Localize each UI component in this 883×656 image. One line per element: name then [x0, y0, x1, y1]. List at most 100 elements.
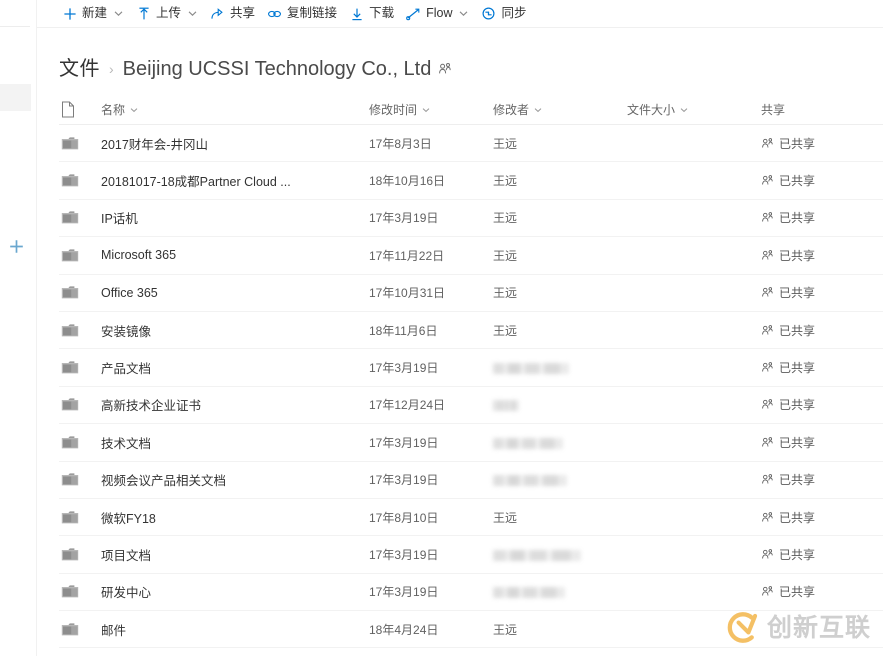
cell-sharing: 已共享 [779, 546, 815, 563]
cell-name-wrap[interactable]: 视频会议产品相关文档 [101, 470, 369, 489]
chevron-down-icon [458, 8, 469, 19]
cell-name-wrap[interactable]: Microsoft 365 [101, 248, 369, 262]
chevron-down-icon [187, 8, 198, 19]
sync-button[interactable]: 同步 [476, 1, 533, 27]
cell-sharing-wrap[interactable]: 已共享 [761, 284, 883, 301]
cell-modified-by-wrap: 王远 [493, 172, 627, 189]
table-row[interactable]: 产品文档17年3月19日 已共享 [59, 349, 883, 386]
table-row[interactable]: Microsoft 36517年11月22日王远 已共享 [59, 237, 883, 274]
table-row[interactable]: 安装镜像18年11月6日王远 已共享 [59, 312, 883, 349]
cell-name-wrap[interactable]: IP话机 [101, 208, 369, 227]
cell-sharing-wrap[interactable]: 已共享 [761, 583, 883, 600]
table-row[interactable]: 研发中心17年3月19日 已共享 [59, 574, 883, 611]
flow-button[interactable]: Flow [401, 1, 476, 27]
cell-name: 技术文档 [101, 437, 151, 451]
cell-name-wrap[interactable]: 高新技术企业证书 [101, 395, 369, 414]
cell-name: 安装镜像 [101, 325, 151, 339]
cell-name-wrap[interactable]: 项目文档 [101, 545, 369, 564]
cell-name-wrap[interactable]: 产品文档 [101, 358, 369, 377]
cell-sharing: 已共享 [779, 509, 815, 526]
column-header-sharing[interactable]: 共享 [761, 101, 883, 118]
cell-name: 20181017-18成都Partner Cloud ... [101, 175, 291, 189]
people-share-icon [761, 436, 774, 449]
redacted-modified-by [493, 438, 563, 449]
cell-sharing-wrap[interactable]: 已共享 [761, 209, 883, 226]
cell-sharing-wrap[interactable]: 已共享 [761, 546, 883, 563]
cell-modified-wrap: 17年3月19日 [369, 546, 493, 563]
table-row[interactable]: 项目文档17年3月19日 已共享 [59, 536, 883, 573]
add-icon[interactable] [6, 236, 26, 256]
cell-name-wrap[interactable]: 技术文档 [101, 433, 369, 452]
cell-modified-wrap: 17年3月19日 [369, 471, 493, 488]
table-row[interactable]: 视频会议产品相关文档17年3月19日 已共享 [59, 462, 883, 499]
table-row[interactable]: Office 36517年10月31日王远 已共享 [59, 275, 883, 312]
table-row[interactable]: 2017财年会-井冈山17年8月3日王远 已共享 [59, 125, 883, 162]
column-header-size[interactable]: 文件大小 [627, 101, 761, 118]
copy-link-button[interactable]: 复制链接 [262, 1, 344, 27]
onedrive-files-page: 新建 上传 [0, 0, 883, 656]
breadcrumb-root[interactable]: 文件 [59, 52, 100, 81]
table-row[interactable]: 高新技术企业证书17年12月24日 已共享 [59, 387, 883, 424]
cell-sharing-wrap[interactable]: 已共享 [761, 471, 883, 488]
column-header-modified[interactable]: 修改时间 [369, 101, 493, 118]
cell-modified-by-wrap [493, 398, 627, 412]
chevron-down-icon [113, 8, 124, 19]
cell-sharing-wrap[interactable]: 已共享 [761, 359, 883, 376]
table-row[interactable]: 微软FY1817年8月10日王远 已共享 [59, 499, 883, 536]
breadcrumb-current[interactable]: Beijing UCSSI Technology Co., Ltd [123, 58, 432, 81]
column-header-modified-by-label: 修改者 [493, 101, 529, 118]
cell-name-wrap[interactable]: Office 365 [101, 286, 369, 300]
cell-name-wrap[interactable]: 邮件 [101, 620, 369, 639]
folder-icon [59, 173, 101, 188]
cell-name-wrap[interactable]: 微软FY18 [101, 508, 369, 527]
download-button[interactable]: 下载 [344, 1, 401, 27]
cell-modified-by: 王远 [493, 211, 517, 225]
cell-sharing: 已共享 [779, 247, 815, 264]
cell-modified: 18年11月6日 [369, 324, 437, 338]
cell-modified-by: 王远 [493, 511, 517, 525]
cell-modified-wrap: 17年8月10日 [369, 509, 493, 526]
table-row[interactable]: 20181017-18成都Partner Cloud ... 18年10月16日 王… [59, 162, 883, 199]
cell-sharing-wrap[interactable]: 已共享 [761, 396, 883, 413]
cell-modified: 18年4月24日 [369, 623, 438, 637]
cell-modified-wrap: 17年10月31日 [369, 284, 493, 301]
cell-sharing: 已共享 [779, 322, 815, 339]
cell-name-wrap[interactable]: 20181017-18成都Partner Cloud ... [101, 171, 369, 190]
cell-modified-wrap: 17年11月22日 [369, 247, 493, 264]
table-row[interactable]: IP话机17年3月19日王远 已共享 [59, 200, 883, 237]
table-row[interactable]: 邮件18年4月24日王远 [59, 611, 883, 648]
cell-sharing-wrap[interactable]: 已共享 [761, 322, 883, 339]
cell-sharing: 已共享 [779, 434, 815, 451]
cell-name: 2017财年会-井冈山 [101, 138, 208, 152]
cell-modified: 18年10月16日 [369, 174, 445, 188]
cell-sharing-wrap[interactable]: 已共享 [761, 247, 883, 264]
copy-link-label: 复制链接 [287, 6, 337, 21]
cell-sharing-wrap[interactable]: 已共享 [761, 434, 883, 451]
breadcrumb-separator: › [109, 61, 114, 77]
cell-modified-by: 王远 [493, 249, 517, 263]
cell-name-wrap[interactable]: 研发中心 [101, 582, 369, 601]
upload-button[interactable]: 上传 [131, 1, 205, 27]
cell-sharing-wrap[interactable]: 已共享 [761, 135, 883, 152]
cell-sharing-wrap[interactable]: 已共享 [761, 509, 883, 526]
column-header-name[interactable]: 名称 [101, 101, 369, 118]
share-icon [210, 6, 225, 21]
table-row[interactable]: 技术文档17年3月19日 已共享 [59, 424, 883, 461]
people-share-icon [761, 211, 774, 224]
new-button[interactable]: 新建 [57, 1, 131, 27]
cell-sharing-wrap[interactable]: 已共享 [761, 172, 883, 189]
folder-icon [59, 323, 101, 338]
cell-modified-wrap: 17年3月19日 [369, 359, 493, 376]
cell-name-wrap[interactable]: 2017财年会-井冈山 [101, 134, 369, 153]
cell-name-wrap[interactable]: 安装镜像 [101, 321, 369, 340]
upload-label: 上传 [156, 6, 181, 21]
rail-divider [0, 26, 30, 27]
cell-modified: 17年3月19日 [369, 361, 438, 375]
column-header-icon[interactable] [59, 101, 101, 118]
cell-modified-by: 王远 [493, 137, 517, 151]
cell-modified-wrap: 17年3月19日 [369, 209, 493, 226]
share-button[interactable]: 共享 [205, 1, 262, 27]
column-header-modified-by[interactable]: 修改者 [493, 101, 627, 118]
plus-icon [62, 6, 77, 21]
cell-modified-wrap: 18年11月6日 [369, 322, 493, 339]
